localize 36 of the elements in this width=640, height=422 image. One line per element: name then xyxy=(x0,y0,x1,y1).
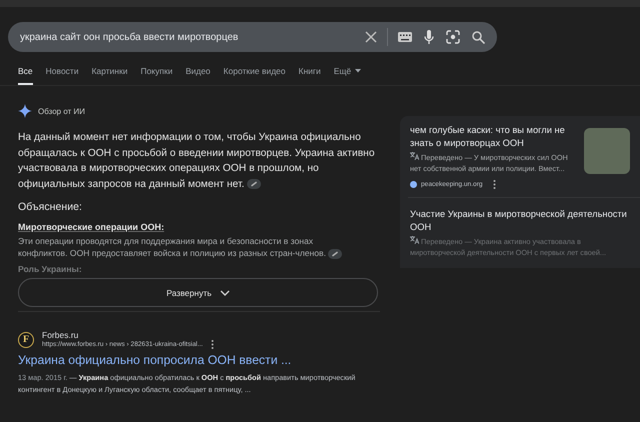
tab[interactable]: Покупки xyxy=(140,66,173,85)
more-options-icon[interactable] xyxy=(210,340,214,349)
camera-search-icon[interactable] xyxy=(446,30,460,44)
explanation-heading: Объяснение: xyxy=(18,201,83,213)
tab[interactable]: Видео xyxy=(186,66,210,85)
search-query: украина сайт оон просьба ввести миротворцев xyxy=(20,32,240,42)
section-text: Эти операции проводятся для поддержания мира и безопасности в зонах конфликтов. ООН предоставляет войска и полицию из разных стран-членов. xyxy=(18,235,358,259)
tab[interactable]: Новости xyxy=(46,66,79,85)
result-title-link[interactable]: Украина официально попросила ООН ввести ... xyxy=(18,353,640,367)
ai-overview-label: Обзор от ИИ xyxy=(38,106,85,116)
keyboard-icon[interactable] xyxy=(398,32,412,42)
close-icon[interactable] xyxy=(365,31,377,43)
chevron-down-icon xyxy=(220,290,230,296)
sparkle-icon xyxy=(18,104,32,118)
link-icon[interactable] xyxy=(247,178,262,189)
translate-icon xyxy=(410,152,419,160)
tab[interactable]: Книги xyxy=(298,66,321,85)
site-name: Forbes.ru xyxy=(42,330,80,340)
site-favicon: F xyxy=(18,332,34,348)
tab[interactable]: Ещё xyxy=(334,66,362,85)
translate-icon xyxy=(410,236,419,244)
search-icon[interactable] xyxy=(472,30,485,44)
faded-heading: Роль Украины: xyxy=(18,264,83,274)
search-field[interactable]: украина сайт оон просьба ввести миротворцев xyxy=(8,22,497,52)
section-heading: Миротворческие операции ООН: xyxy=(18,222,166,232)
microphone-icon[interactable] xyxy=(424,30,434,44)
source-title[interactable]: чем голубые каски: что вы могли не знать о миротворцах ООН xyxy=(410,124,576,149)
link-icon[interactable] xyxy=(328,248,342,259)
ai-summary: На данный момент нет информации о том, чтобы Украина официально обращалась к ООН с просьбой о введении миротворцев. Украина активно участвовала в миротворческих операциях ООН в прошлом, но официальных запросов на данный момент нет. xyxy=(18,131,376,192)
more-options-icon[interactable] xyxy=(492,180,496,189)
tab[interactable]: Короткие видео xyxy=(223,66,286,85)
expand-button[interactable]: Развернуть xyxy=(18,278,378,307)
source-title[interactable]: Участие Украины в миротворческой деятельности ООН xyxy=(410,208,630,233)
tab[interactable]: Картинки xyxy=(92,66,128,85)
caret-icon xyxy=(355,69,362,73)
globe-icon xyxy=(410,181,417,188)
